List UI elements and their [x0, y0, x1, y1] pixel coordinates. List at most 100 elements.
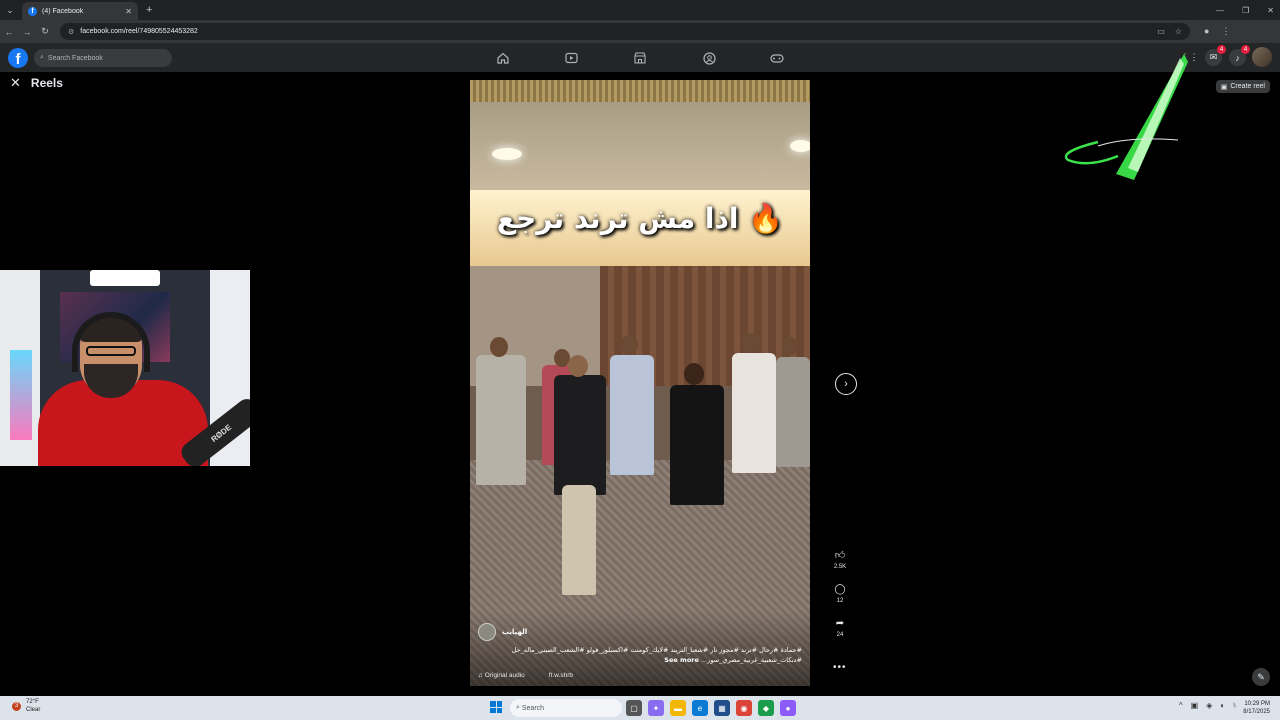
weather-condition: Clear: [26, 707, 41, 713]
reel-actions: 👍︎ 2.5K ◯ 12 ➦ 24: [828, 548, 852, 650]
video-overlay-text: 🔥 اذا مش ترند ترجع: [496, 202, 784, 235]
app-green-icon[interactable]: ◆: [758, 700, 774, 716]
facebook-favicon-icon: f: [28, 6, 37, 16]
webcam-neon-light: [10, 350, 32, 440]
author-name[interactable]: الهيايب: [502, 628, 527, 636]
dancer-trousers: [562, 485, 596, 595]
tray-network-icon[interactable]: ◈: [1206, 701, 1212, 710]
notification-badge: 4: [1241, 45, 1250, 54]
compose-message-icon[interactable]: ✎: [1252, 668, 1270, 686]
install-app-icon[interactable]: ▭: [1157, 27, 1165, 36]
nav-home-icon[interactable]: [496, 51, 510, 65]
restore-icon[interactable]: ❐: [1242, 6, 1249, 15]
nav-gaming-icon[interactable]: [770, 51, 784, 65]
tab-search-icon[interactable]: ⌄: [0, 0, 20, 20]
close-reels-icon[interactable]: ✕: [10, 75, 21, 91]
store-icon[interactable]: ▦: [714, 700, 730, 716]
ceiling-light: [492, 148, 522, 160]
bookmark-star-icon[interactable]: ☆: [1175, 27, 1182, 36]
tray-app-icon[interactable]: ▣: [1191, 701, 1199, 710]
nav-groups-icon[interactable]: [702, 51, 716, 65]
search-icon: ⌕: [40, 54, 44, 61]
forward-icon[interactable]: →: [18, 27, 36, 37]
create-reel-button[interactable]: ▣ Create reel: [1215, 80, 1270, 93]
taskbar-apps: ▢ ✦ ▬ e ▦ ◉ ◆ ●: [626, 700, 796, 716]
chrome-icon[interactable]: ◉: [736, 700, 752, 716]
minimize-icon[interactable]: —: [1216, 6, 1224, 15]
copilot-icon[interactable]: ✦: [648, 700, 664, 716]
account-avatar[interactable]: [1252, 47, 1272, 67]
reload-icon[interactable]: ↻: [36, 26, 54, 37]
green-swoosh-overlay: [1064, 54, 1188, 180]
notifications-bell-icon[interactable]: ♪ 4: [1229, 45, 1250, 66]
windows-taskbar: 3 72°F Clear ⌕ Search ▢ ✦ ▬ e ▦ ◉ ◆ ● ^ …: [0, 696, 1280, 720]
crowd-head: [620, 335, 638, 355]
video-crowd: [470, 315, 810, 595]
messenger-icon[interactable]: ✉ 4: [1205, 45, 1226, 66]
audio-row: ♫ Original audio ft.w.shrb: [478, 672, 573, 679]
messenger-badge: 4: [1217, 45, 1226, 54]
windows-start-icon[interactable]: [490, 701, 502, 713]
comment-icon: ◯: [834, 583, 846, 595]
taskbar-search[interactable]: ⌕ Search: [510, 699, 622, 717]
share-action[interactable]: ➦ 24: [828, 616, 852, 639]
nav-marketplace-icon[interactable]: [633, 51, 647, 65]
reels-header: ✕ Reels: [10, 75, 63, 91]
author-row[interactable]: الهيايب: [478, 623, 527, 641]
crowd-person: [776, 357, 810, 467]
create-reel-icon: ▣: [1220, 83, 1228, 91]
tray-chevron-icon[interactable]: ^: [1179, 701, 1183, 710]
browser-toolbar: ← → ↻ ⚙ facebook.com/reel/74980552445328…: [0, 20, 1280, 43]
window-close-icon[interactable]: ✕: [1267, 6, 1274, 15]
clock-date: 8/17/2025: [1243, 709, 1270, 715]
weather-temp: 72°F: [26, 699, 39, 705]
create-reel-label: Create reel: [1230, 83, 1265, 90]
crowd-head: [742, 333, 760, 353]
like-icon: 👍︎: [834, 550, 846, 561]
system-tray: ^ ▣ ◈ ◐ ♮: [1179, 701, 1236, 710]
file-explorer-icon[interactable]: ▬: [670, 700, 686, 716]
share-icon: ➦: [835, 617, 845, 629]
comment-action[interactable]: ◯ 12: [828, 582, 852, 605]
overlay-text: اذا مش ترند ترجع: [496, 202, 739, 235]
nav-video-icon[interactable]: [564, 51, 578, 65]
tab-close-icon[interactable]: ✕: [125, 7, 132, 16]
original-audio-link[interactable]: ♫ Original audio: [478, 672, 525, 679]
next-reel-button[interactable]: ›: [835, 373, 857, 395]
audio-source[interactable]: ft.w.shrb: [549, 672, 573, 679]
chevron-right-icon: ›: [844, 378, 848, 390]
edge-icon[interactable]: e: [692, 700, 708, 716]
dancer-left: [554, 375, 606, 495]
chrome-menu-icon[interactable]: ⋮: [1221, 26, 1230, 37]
tray-volume-icon[interactable]: ◐: [1220, 701, 1225, 710]
audio-icon: ♫: [478, 672, 485, 679]
search-input[interactable]: [47, 54, 158, 62]
crowd-person: [476, 355, 526, 485]
facebook-search[interactable]: ⌕: [34, 49, 172, 67]
webcam-light-panel: [90, 270, 160, 286]
author-avatar[interactable]: [478, 623, 496, 641]
audio-label: Original audio: [484, 672, 525, 679]
taskbar-clock[interactable]: 10:29 PM 8/17/2025: [1243, 700, 1270, 716]
back-icon[interactable]: ←: [0, 27, 18, 37]
caption-text: #حمادة #رحال #ترند #مجوز نار #شعنا_التري…: [511, 646, 802, 664]
site-info-icon[interactable]: ⚙: [68, 28, 74, 36]
video-cornice: [470, 80, 810, 102]
window-controls: — ❐ ✕: [1216, 0, 1274, 20]
browser-tab[interactable]: f (4) Facebook ✕: [22, 2, 138, 20]
facebook-logo-icon[interactable]: f: [8, 48, 28, 68]
ceiling-light: [790, 140, 810, 152]
profile-icon[interactable]: ●: [1204, 26, 1209, 37]
task-view-icon[interactable]: ▢: [626, 700, 642, 716]
new-tab-icon[interactable]: +: [146, 4, 152, 16]
address-bar[interactable]: ⚙ facebook.com/reel/749805524453282 ▭ ☆: [60, 23, 1190, 40]
weather-widget[interactable]: 3 72°F Clear: [12, 698, 40, 714]
app-purple-icon[interactable]: ●: [780, 700, 796, 716]
reel-video[interactable]: 🔥 اذا مش ترند ترجع الهيايب #حمادة #رحال …: [470, 80, 810, 686]
more-options-icon[interactable]: •••: [833, 662, 847, 673]
streamer-webcam: RØDE: [0, 270, 250, 466]
like-action[interactable]: 👍︎ 2.5K: [828, 548, 852, 570]
see-more-link[interactable]: See more: [664, 656, 699, 664]
tray-mic-icon[interactable]: ♮: [1233, 701, 1236, 710]
dancer-head: [568, 355, 588, 377]
